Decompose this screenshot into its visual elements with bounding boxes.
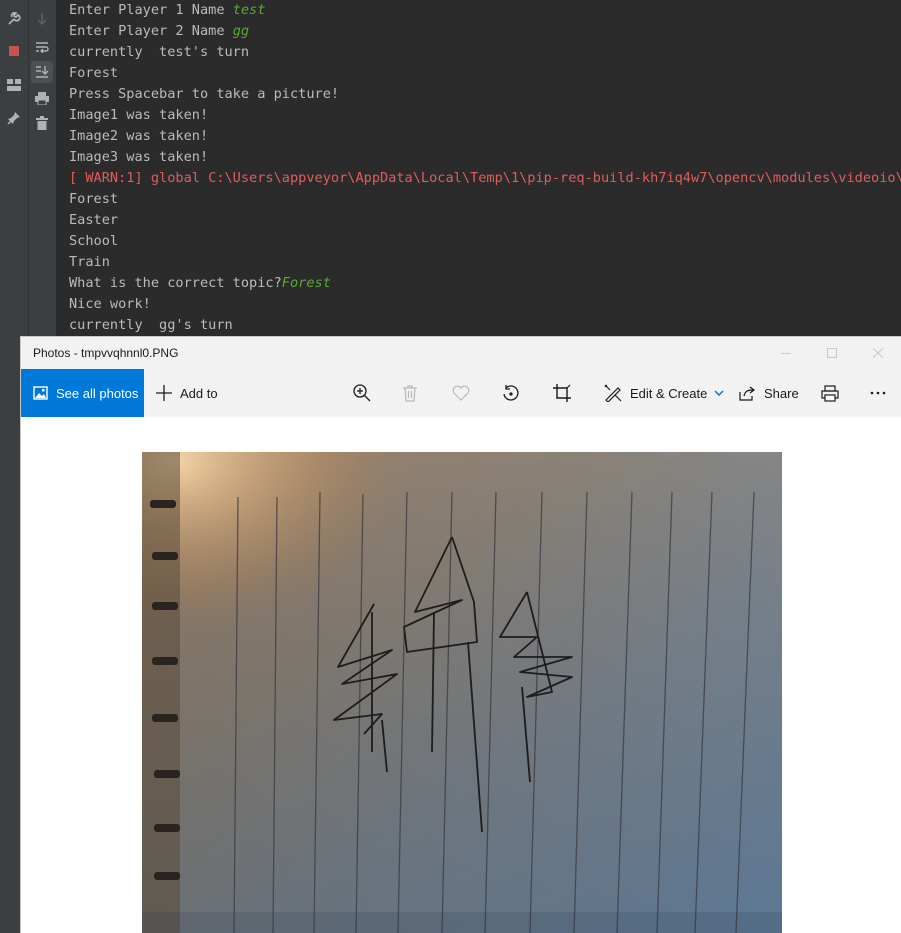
console-user-input: test (232, 2, 266, 18)
console-output: Enter Player 1 Name test Enter Player 2 N… (57, 0, 901, 338)
photo-image[interactable] (142, 452, 782, 933)
console-line: currently test's turn (69, 42, 249, 63)
photos-window: Photos - tmpvvqhnnl0.PNG See all photos … (21, 337, 901, 933)
console-warning-line: [ WARN:1] global C:\Users\appveyor\AppDa… (69, 168, 901, 189)
window-title: Photos - tmpvvqhnnl0.PNG (33, 346, 179, 360)
maximize-icon[interactable] (809, 337, 855, 369)
console-line: currently gg's turn (69, 315, 233, 336)
zoom-in-button[interactable] (353, 369, 371, 417)
see-all-photos-button[interactable]: See all photos (21, 369, 144, 417)
console-line-text: School (69, 233, 119, 249)
favorite-button[interactable] (452, 369, 470, 417)
delete-button[interactable] (403, 369, 417, 417)
console-line-text: Image1 was taken! (69, 107, 209, 123)
soft-wrap-icon[interactable] (31, 36, 53, 58)
zoom-in-icon (353, 384, 371, 402)
crop-button[interactable] (553, 369, 571, 417)
console-line-text: What is the correct topic? (69, 275, 282, 291)
console-line-text: [ WARN:1] global C:\Users\appveyor\AppDa… (69, 170, 901, 186)
console-line: Press Spacebar to take a picture! (69, 84, 339, 105)
plus-icon (156, 385, 172, 401)
console-line: Image2 was taken! (69, 126, 208, 147)
console-line: School (69, 231, 118, 252)
layout-icon[interactable] (3, 74, 25, 96)
console-line-text: Image3 was taken! (69, 149, 209, 165)
print-button[interactable] (821, 369, 839, 417)
chevron-down-icon (714, 390, 724, 396)
console-line-text: Press Spacebar to take a picture! (69, 86, 340, 102)
edit-create-button[interactable]: Edit & Create (604, 369, 724, 417)
share-button[interactable]: Share (739, 369, 799, 417)
title-bar[interactable]: Photos - tmpvvqhnnl0.PNG (21, 337, 901, 369)
favorite-icon (452, 385, 470, 401)
photo-viewer (21, 417, 901, 933)
console-line-text: Forest (69, 65, 119, 81)
console-line-text: Image2 was taken! (69, 128, 209, 144)
print-icon (821, 384, 839, 402)
delete-icon (403, 384, 417, 402)
console-line: Enter Player 1 Name test (69, 0, 265, 21)
console-line-text: Easter (69, 212, 119, 228)
more-icon (870, 391, 886, 395)
console-line: Forest (69, 189, 118, 210)
share-label: Share (764, 385, 799, 401)
console-line: Forest (69, 63, 118, 84)
rotate-icon (502, 384, 520, 402)
rotate-button[interactable] (502, 369, 520, 417)
pin-icon[interactable] (3, 107, 25, 129)
close-icon[interactable] (855, 337, 901, 369)
crop-icon (553, 384, 571, 402)
stop-icon[interactable] (3, 40, 25, 62)
console-line-text: Nice work! (69, 296, 151, 312)
wrench-icon[interactable] (3, 8, 25, 30)
scroll-to-end-icon[interactable] (31, 61, 53, 83)
console-line: Nice work! (69, 294, 151, 315)
console-user-input: Forest (281, 275, 331, 291)
photos-icon (33, 386, 48, 400)
edit-create-label: Edit & Create (630, 385, 708, 401)
add-to-button[interactable]: Add to (156, 369, 218, 417)
console-user-input: gg (232, 23, 250, 39)
edit-create-icon (604, 384, 622, 402)
console-line: Image3 was taken! (69, 147, 208, 168)
console-line: Train (69, 252, 110, 273)
console-line: Image1 was taken! (69, 105, 208, 126)
photos-toolbar: See all photos Add to Edit & Create Shar… (21, 369, 901, 417)
console-line-text: Forest (69, 191, 119, 207)
console-line: Easter (69, 210, 118, 231)
add-to-label: Add to (180, 385, 218, 401)
share-icon (739, 386, 756, 401)
more-button[interactable] (870, 369, 886, 417)
see-all-photos-label: See all photos (56, 385, 139, 401)
console-line: Enter Player 2 Name gg (69, 21, 249, 42)
console-line: What is the correct topic?Forest (69, 273, 331, 294)
console-line-text: currently test's turn (69, 44, 250, 60)
console-line-text: Train (69, 254, 110, 270)
console-line-text: Enter Player 2 Name (69, 23, 233, 39)
console-line-text: currently gg's turn (69, 317, 233, 333)
console-line-text: Enter Player 1 Name (69, 2, 233, 18)
minimize-icon[interactable] (763, 337, 809, 369)
trash-icon[interactable] (31, 112, 53, 134)
down-arrow-icon[interactable] (31, 8, 53, 30)
print-icon[interactable] (31, 87, 53, 109)
